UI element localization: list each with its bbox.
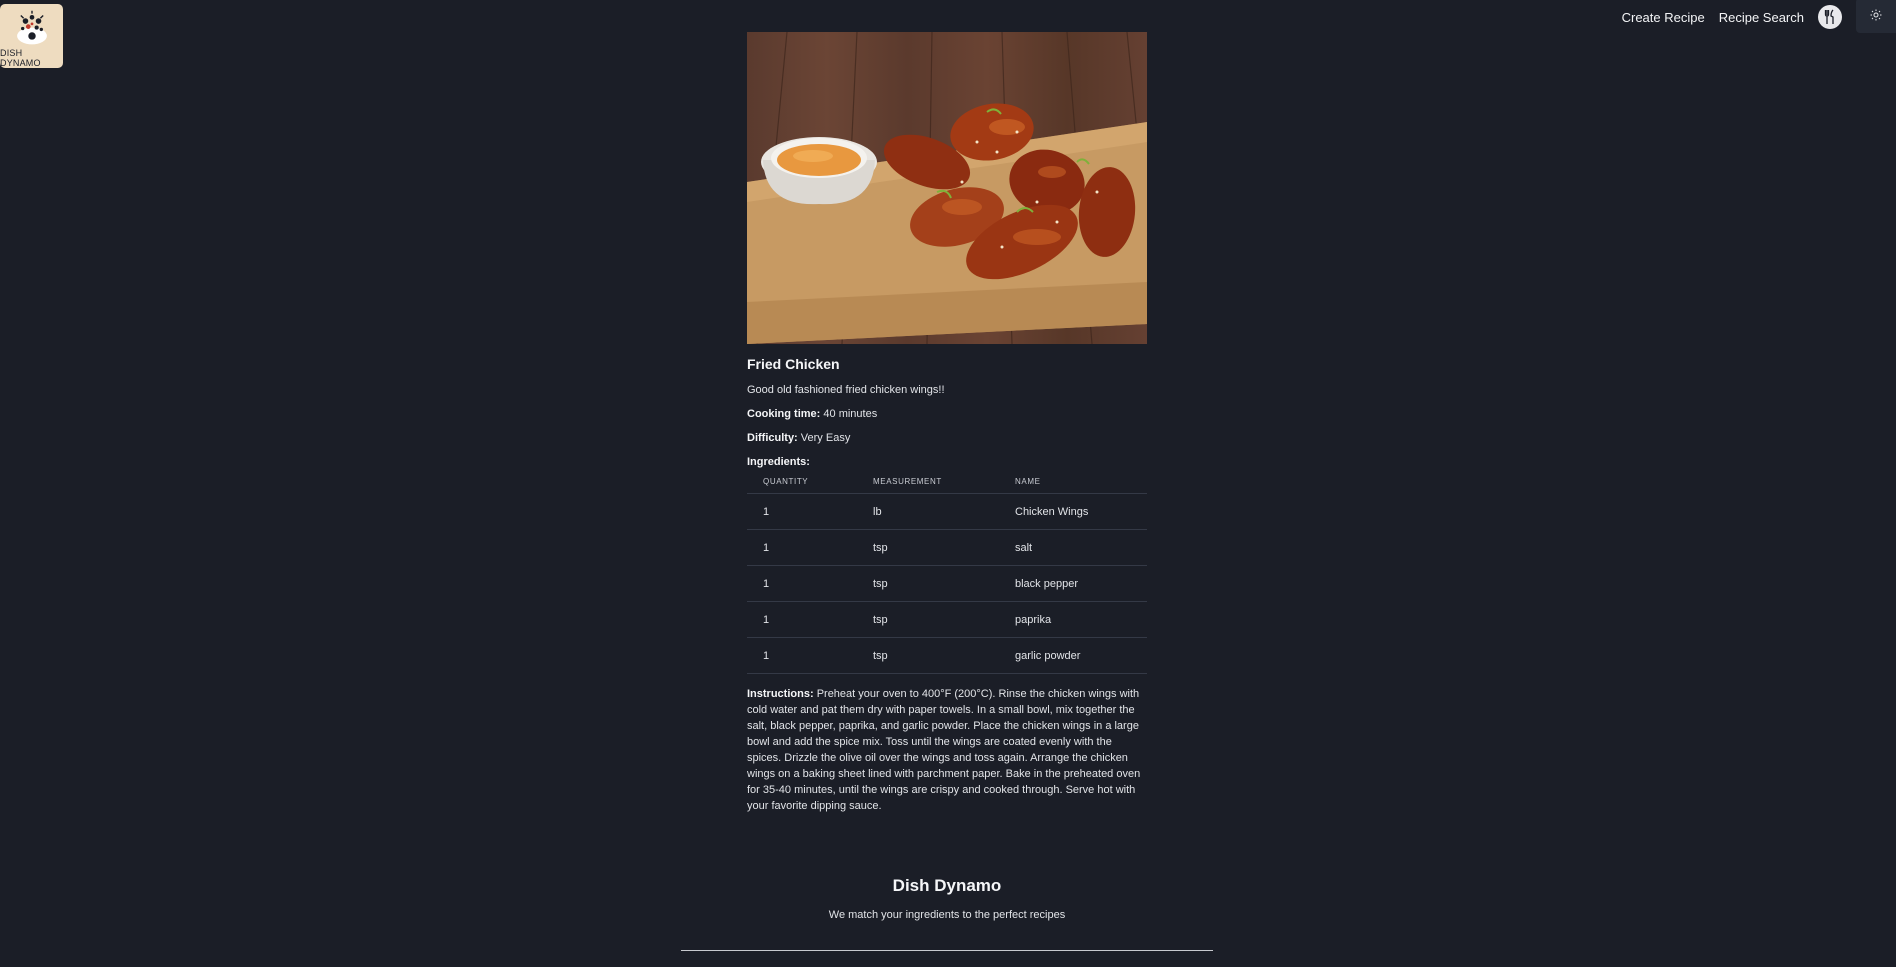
recipe-description: Good old fashioned fried chicken wings!!: [747, 384, 945, 396]
footer: Dish Dynamo We match your ingredients to…: [681, 876, 1213, 951]
difficulty: Difficulty: Very Easy: [747, 432, 1147, 444]
difficulty-value: Very Easy: [800, 432, 851, 444]
ingredient-name: salt: [999, 529, 1147, 566]
ingredient-quantity: 1: [747, 601, 857, 638]
ingredient-measurement: tsp: [857, 601, 999, 638]
column-header-name: NAME: [999, 477, 1147, 494]
ingredient-name: black pepper: [999, 565, 1147, 602]
recipe-title: Fried Chicken: [747, 356, 840, 372]
instructions: Instructions: Preheat your oven to 400°F…: [747, 686, 1147, 814]
difficulty-label: Difficulty:: [747, 432, 798, 444]
recipe-photo: [747, 32, 1147, 344]
sun-icon[interactable]: [1856, 0, 1896, 33]
ingredient-quantity: 1: [747, 565, 857, 602]
footer-tagline: We match your ingredients to the perfect…: [828, 909, 1066, 921]
ingredient-measurement: tsp: [857, 565, 999, 602]
ingredient-name: garlic powder: [999, 637, 1147, 674]
footer-title: Dish Dynamo: [892, 876, 1002, 895]
ingredient-measurement: lb: [857, 493, 999, 530]
ingredient-measurement: tsp: [857, 637, 999, 674]
app-logo[interactable]: DISH DYNAMO: [0, 4, 63, 68]
ingredient-quantity: 1: [747, 529, 857, 566]
table-row: 1 lb Chicken Wings: [747, 493, 1147, 530]
recipe-card: Fried Chicken Good old fashioned fried c…: [747, 32, 1147, 814]
ingredient-quantity: 1: [747, 637, 857, 674]
table-row: 1 tsp black pepper: [747, 565, 1147, 602]
table-header-row: QUANTITY MEASUREMENT NAME: [747, 477, 1147, 494]
top-nav: Create Recipe Recipe Search: [1622, 0, 1896, 33]
fried-chicken-image: [747, 32, 1147, 344]
ingredients-table: QUANTITY MEASUREMENT NAME 1 lb Chicken W…: [747, 477, 1147, 674]
ingredient-quantity: 1: [747, 493, 857, 530]
ingredient-name: Chicken Wings: [999, 493, 1147, 530]
ingredients-label: Ingredients:: [747, 456, 810, 468]
instructions-label: Instructions:: [747, 688, 814, 700]
column-header-measurement: MEASUREMENT: [857, 477, 999, 494]
table-row: 1 tsp garlic powder: [747, 637, 1147, 674]
column-header-quantity: QUANTITY: [747, 477, 857, 494]
instructions-text: Preheat your oven to 400°F (200°C). Rins…: [747, 688, 1141, 812]
recipe-search-link[interactable]: Recipe Search: [1719, 10, 1804, 25]
utensils-icon[interactable]: [1818, 5, 1842, 29]
cooking-time-value: 40 minutes: [823, 408, 878, 420]
dish-dynamo-logo-icon: [16, 10, 47, 45]
cooking-time: Cooking time: 40 minutes: [747, 408, 1147, 420]
footer-divider: [681, 950, 1213, 951]
table-row: 1 tsp salt: [747, 529, 1147, 566]
ingredient-measurement: tsp: [857, 529, 999, 566]
create-recipe-link[interactable]: Create Recipe: [1622, 10, 1705, 25]
ingredient-name: paprika: [999, 601, 1147, 638]
logo-text: DISH DYNAMO: [0, 48, 41, 68]
cooking-time-label: Cooking time:: [747, 408, 821, 420]
table-row: 1 tsp paprika: [747, 601, 1147, 638]
